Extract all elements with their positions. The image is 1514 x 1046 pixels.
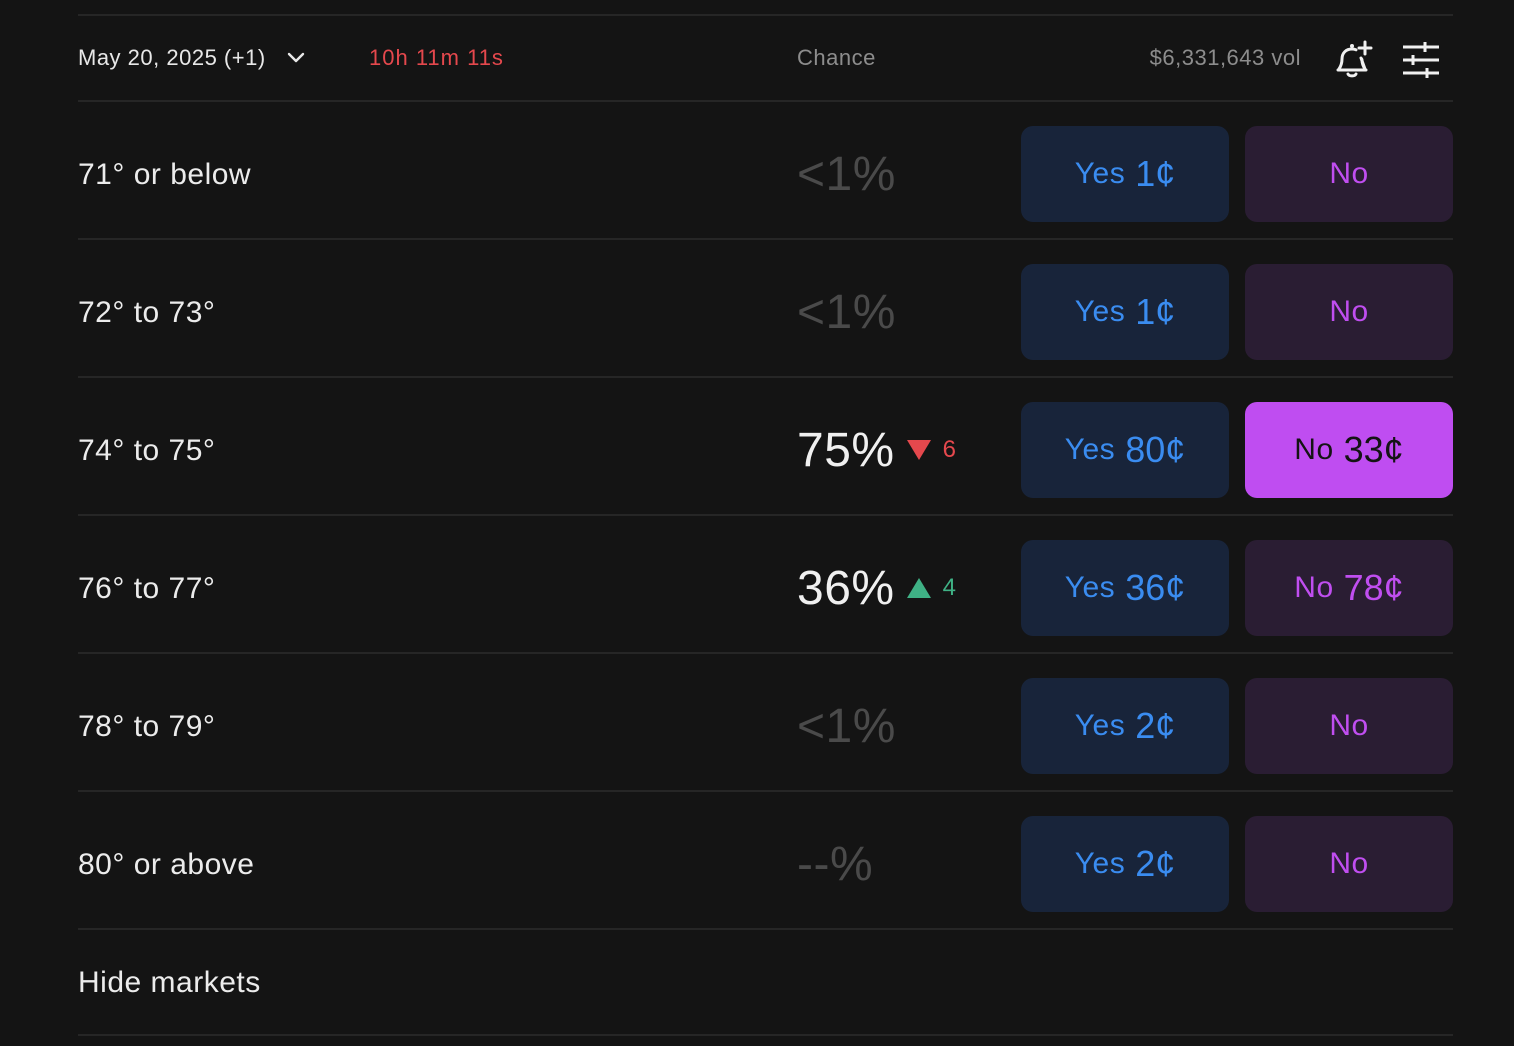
chance-value: <1% (797, 147, 896, 201)
market-row: 71° or below <1% Yes 1¢ No (78, 102, 1453, 238)
triangle-down-icon (906, 440, 931, 460)
chance-value: 75% (797, 423, 895, 477)
market-row: 78° to 79° <1% Yes 2¢ No (78, 654, 1453, 790)
market-chance: --% (797, 792, 873, 928)
market-chance: 36% 4 (797, 516, 956, 652)
yes-label: Yes (1064, 433, 1116, 466)
market-label: 71° or below (78, 158, 252, 191)
buy-no-button[interactable]: No 78¢ (1245, 540, 1453, 636)
buy-no-button[interactable]: No (1245, 678, 1453, 774)
buy-no-button[interactable]: No (1245, 126, 1453, 222)
sliders-icon (1403, 42, 1439, 78)
market-chance: <1% (797, 240, 896, 376)
chance-value: --% (797, 837, 874, 891)
market-row: 80° or above --% Yes 2¢ No (78, 792, 1453, 928)
no-price: 78¢ (1343, 567, 1404, 608)
markets-footer: Hide markets (78, 930, 1453, 1034)
chance-value: 36% (797, 561, 895, 615)
market-label: 72° to 73° (78, 296, 216, 329)
yes-price: 1¢ (1135, 153, 1176, 194)
buy-yes-button[interactable]: Yes 80¢ (1021, 402, 1229, 498)
date-dropdown[interactable]: May 20, 2025 (+1) (78, 16, 306, 100)
add-alert-button[interactable] (1330, 38, 1374, 82)
bell-plus-icon (1336, 40, 1373, 78)
market-label: 74° to 75° (78, 434, 216, 467)
yes-label: Yes (1074, 709, 1126, 742)
buy-yes-button[interactable]: Yes 2¢ (1021, 816, 1229, 912)
countdown-timer: 10h 11m 11s (369, 45, 504, 70)
market-row: 74° to 75° 75% 6 Yes 80¢ No 33¢ (78, 378, 1453, 514)
no-label: No (1329, 295, 1369, 328)
no-label: No (1329, 157, 1369, 190)
chevron-down-icon (286, 48, 306, 68)
market-row: 76° to 77° 36% 4 Yes 36¢ No 78¢ (78, 516, 1453, 652)
volume-label: $6,331,643 vol (1149, 45, 1301, 70)
market-chance: <1% (797, 654, 896, 790)
yes-price: 1¢ (1135, 291, 1176, 332)
no-label: No (1294, 571, 1334, 604)
market-label: 76° to 77° (78, 572, 216, 605)
buy-yes-button[interactable]: Yes 1¢ (1021, 264, 1229, 360)
market-label: 80° or above (78, 848, 255, 881)
yes-price: 2¢ (1135, 843, 1176, 884)
triangle-up-icon (906, 578, 931, 598)
chance-change-up: 4 (906, 574, 956, 602)
hide-markets-link[interactable]: Hide markets (78, 930, 261, 1034)
buy-no-button[interactable]: No (1245, 264, 1453, 360)
filter-settings-button[interactable] (1399, 38, 1443, 82)
buy-no-button[interactable]: No 33¢ (1245, 402, 1453, 498)
yes-label: Yes (1074, 847, 1126, 880)
no-label: No (1329, 709, 1369, 742)
buy-no-button[interactable]: No (1245, 816, 1453, 912)
market-chance: 75% 6 (797, 378, 956, 514)
markets-panel: May 20, 2025 (+1) 10h 11m 11s Chance $6,… (78, 0, 1453, 1036)
no-label: No (1329, 847, 1369, 880)
date-label: May 20, 2025 (+1) (78, 45, 266, 70)
yes-price: 80¢ (1125, 429, 1186, 470)
market-row: 72° to 73° <1% Yes 1¢ No (78, 240, 1453, 376)
market-chance: <1% (797, 102, 896, 238)
buy-yes-button[interactable]: Yes 1¢ (1021, 126, 1229, 222)
markets-header: May 20, 2025 (+1) 10h 11m 11s Chance $6,… (78, 16, 1453, 100)
yes-price: 2¢ (1135, 705, 1176, 746)
no-label: No (1294, 433, 1334, 466)
no-price: 33¢ (1343, 429, 1404, 470)
chance-change-value: 4 (942, 574, 956, 601)
chance-value: <1% (797, 699, 896, 753)
bottom-divider (78, 1034, 1453, 1036)
yes-price: 36¢ (1125, 567, 1186, 608)
market-label: 78° to 79° (78, 710, 216, 743)
chance-change-value: 6 (942, 436, 956, 463)
chance-value: <1% (797, 285, 896, 339)
chance-change-down: 6 (906, 436, 956, 464)
chance-column-header: Chance (797, 45, 876, 70)
yes-label: Yes (1074, 157, 1126, 190)
yes-label: Yes (1074, 295, 1126, 328)
buy-yes-button[interactable]: Yes 2¢ (1021, 678, 1229, 774)
buy-yes-button[interactable]: Yes 36¢ (1021, 540, 1229, 636)
yes-label: Yes (1064, 571, 1116, 604)
